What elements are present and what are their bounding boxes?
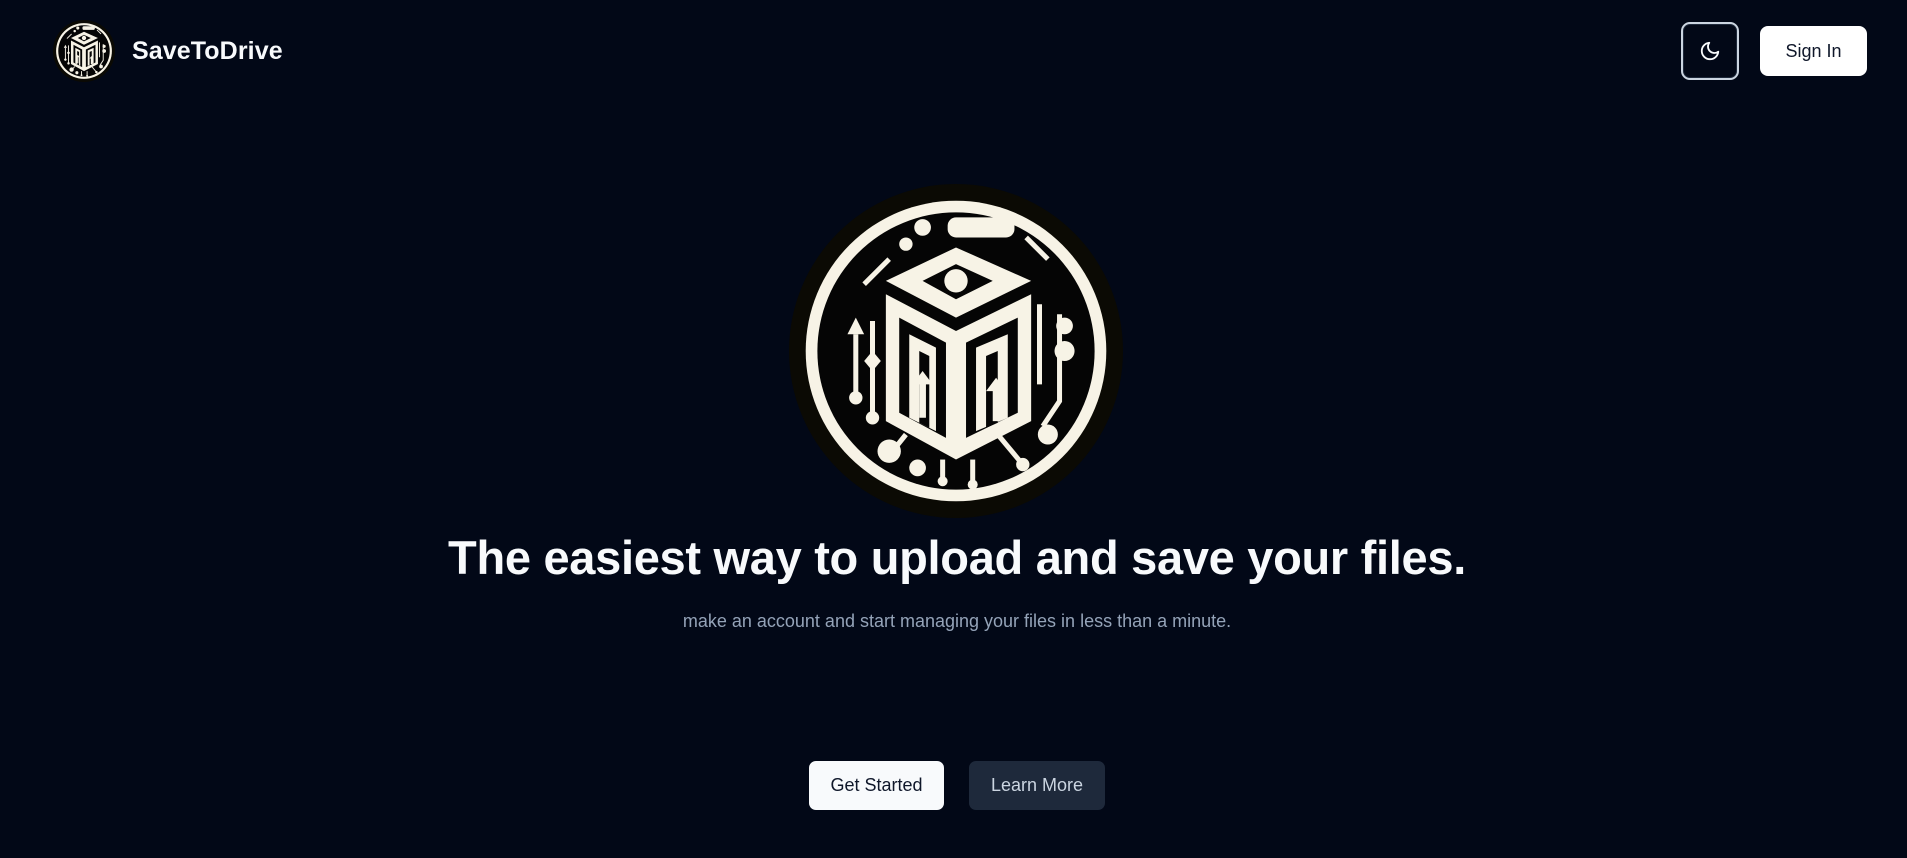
moon-icon xyxy=(1700,41,1720,61)
top-nav: SaveToDrive Sign In xyxy=(0,0,1907,102)
brand-logo-icon xyxy=(53,20,115,82)
brand-name: SaveToDrive xyxy=(132,36,283,65)
brand-link[interactable]: SaveToDrive xyxy=(53,20,283,82)
sign-in-button[interactable]: Sign In xyxy=(1760,26,1867,76)
get-started-button[interactable]: Get Started xyxy=(809,761,944,810)
hero-headline: The easiest way to upload and save your … xyxy=(448,531,1466,584)
learn-more-button[interactable]: Learn More xyxy=(969,761,1105,810)
hero-subline: make an account and start managing your … xyxy=(682,611,1232,631)
theme-toggle-button[interactable] xyxy=(1681,22,1739,80)
hero-logo-icon xyxy=(789,184,1123,518)
